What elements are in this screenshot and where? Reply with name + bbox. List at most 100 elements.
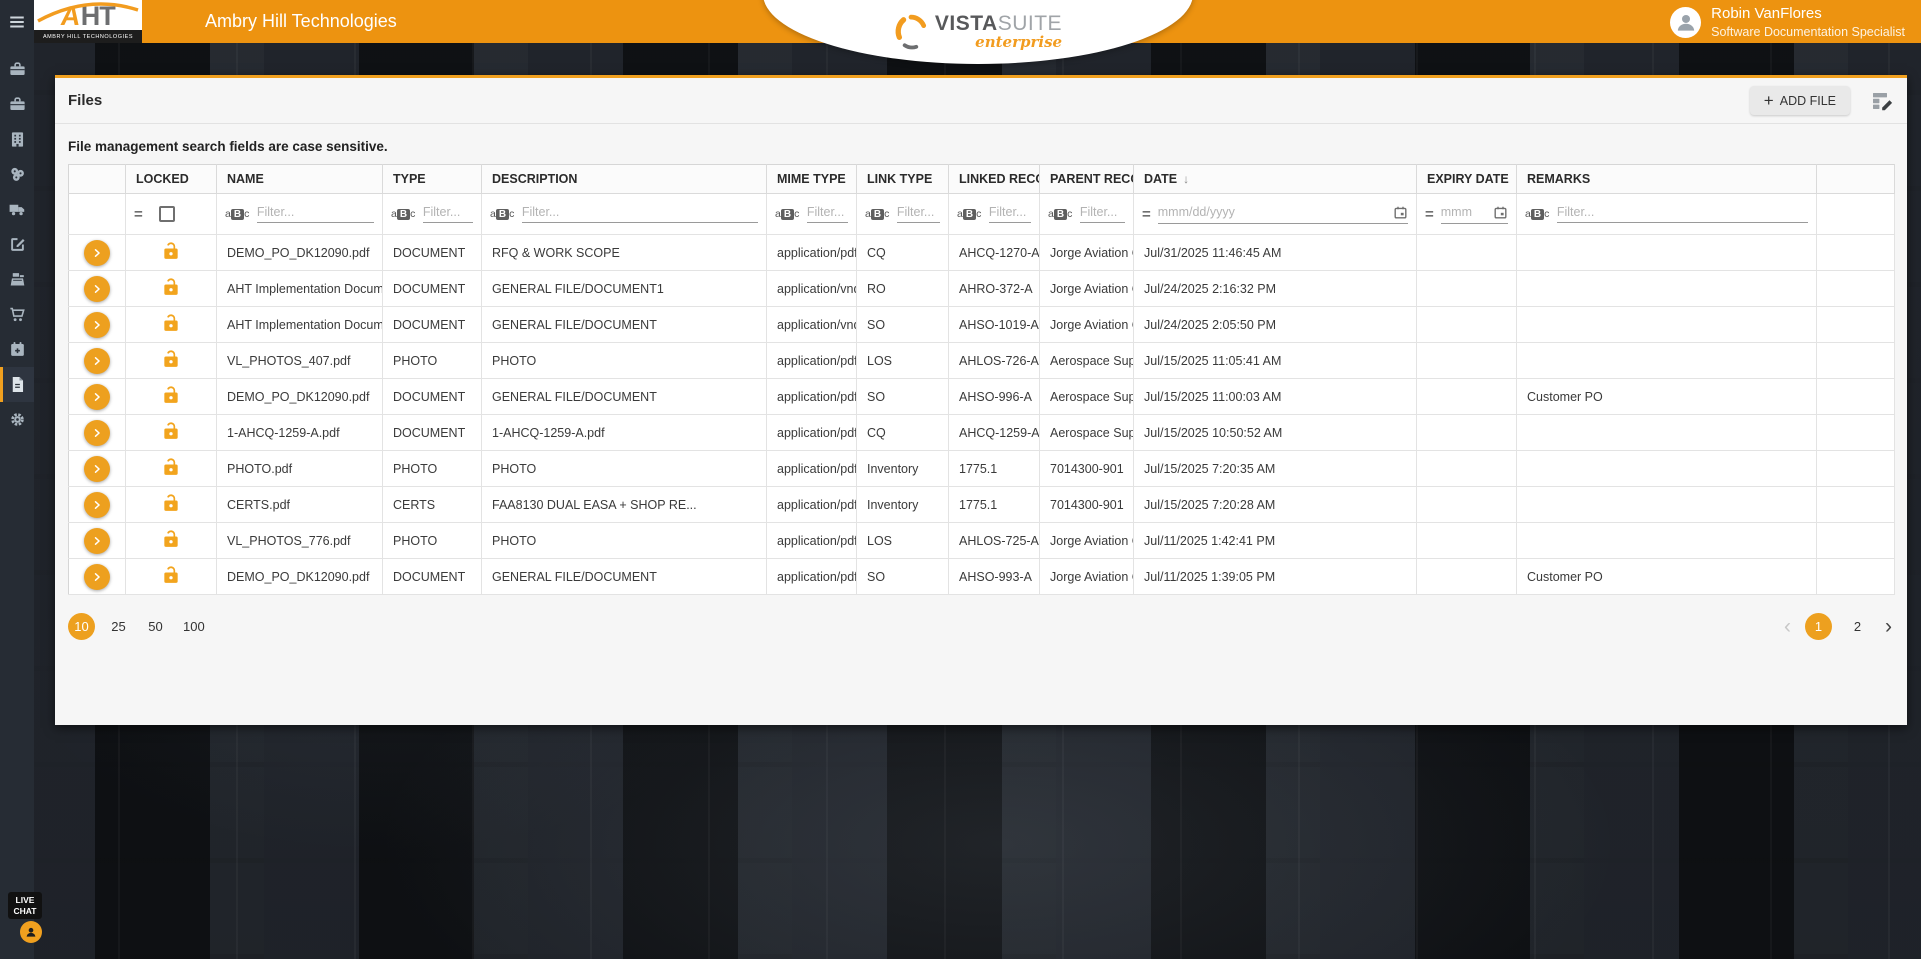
- col-description[interactable]: DESCRIPTION: [482, 165, 767, 194]
- equals-operator-icon[interactable]: =: [1142, 206, 1151, 223]
- hamburger-menu-icon[interactable]: [0, 8, 34, 36]
- sidebar-item-toolbox2[interactable]: [0, 87, 34, 122]
- prev-page-button[interactable]: ‹: [1782, 616, 1793, 637]
- expand-row-button[interactable]: [84, 384, 110, 410]
- contains-operator-icon[interactable]: aBc: [225, 208, 250, 220]
- edit-icon: [8, 235, 27, 254]
- brand-suite: SUITE: [998, 12, 1062, 35]
- expand-row-button[interactable]: [84, 420, 110, 446]
- user-menu[interactable]: Robin VanFlores Software Documentation S…: [1670, 5, 1905, 39]
- filter-linked-record: aBc: [949, 194, 1040, 235]
- page-size-25[interactable]: 25: [105, 613, 132, 640]
- next-page-button[interactable]: ›: [1883, 616, 1894, 637]
- expand-row-button[interactable]: [84, 564, 110, 590]
- sidebar-item-cart[interactable]: [0, 297, 34, 332]
- cell-type: PHOTO: [383, 451, 482, 487]
- cell-remarks: [1517, 523, 1817, 559]
- date-filter-input[interactable]: [1158, 205, 1393, 219]
- col-type[interactable]: TYPE: [383, 165, 482, 194]
- column-chooser-button[interactable]: [1870, 89, 1894, 113]
- calendar-icon[interactable]: [1393, 205, 1408, 220]
- expand-row-button[interactable]: [84, 492, 110, 518]
- pagination: 10 25 50 100 ‹ 1 2 ›: [68, 613, 1894, 640]
- calendar-icon[interactable]: [1493, 205, 1508, 220]
- cell-expand: [69, 487, 126, 523]
- col-linked-record[interactable]: LINKED RECORD: [949, 165, 1040, 194]
- type-filter-input[interactable]: [423, 205, 473, 219]
- remarks-filter-input[interactable]: [1557, 205, 1808, 219]
- sidebar-item-files[interactable]: [0, 367, 34, 402]
- col-expiry-date[interactable]: EXPIRY DATE: [1417, 165, 1517, 194]
- contains-operator-icon[interactable]: aBc: [865, 208, 890, 220]
- cell-locked: [126, 523, 217, 559]
- sidebar-item-settings[interactable]: [0, 402, 34, 437]
- filter-type: aBc: [383, 194, 482, 235]
- cell-date: Jul/31/2025 11:46:45 AM: [1134, 235, 1417, 271]
- locked-filter-checkbox[interactable]: [159, 206, 175, 222]
- lock-open-icon: [161, 493, 181, 513]
- description-filter-input[interactable]: [522, 205, 758, 219]
- expand-row-button[interactable]: [84, 528, 110, 554]
- expand-row-button[interactable]: [84, 456, 110, 482]
- col-locked[interactable]: LOCKED: [126, 165, 217, 194]
- cell-expand: [69, 523, 126, 559]
- cell-remarks: [1517, 487, 1817, 523]
- cell-expand: [69, 307, 126, 343]
- parent-record-filter-input[interactable]: [1080, 205, 1125, 219]
- col-mime-type[interactable]: MIME TYPE: [767, 165, 857, 194]
- sidebar-item-calendar-plus[interactable]: [0, 332, 34, 367]
- expand-row-button[interactable]: [84, 276, 110, 302]
- col-date[interactable]: DATE↓: [1134, 165, 1417, 194]
- add-file-button[interactable]: + ADD FILE: [1750, 86, 1850, 115]
- link-type-filter-input[interactable]: [897, 205, 940, 219]
- sidebar-item-toolbox[interactable]: [0, 52, 34, 87]
- cell-expand: [69, 379, 126, 415]
- sidebar-item-cash-register[interactable]: [0, 262, 34, 297]
- expiry-date-filter-input[interactable]: [1441, 205, 1493, 219]
- cell-date: Jul/15/2025 11:00:03 AM: [1134, 379, 1417, 415]
- col-remarks[interactable]: REMARKS: [1517, 165, 1817, 194]
- expand-row-button[interactable]: [84, 348, 110, 374]
- cell-expand: [69, 271, 126, 307]
- mime-type-filter-input[interactable]: [807, 205, 848, 219]
- cell-tail: [1817, 487, 1895, 523]
- sidebar-item-edit[interactable]: [0, 227, 34, 262]
- col-link-type[interactable]: LINK TYPE: [857, 165, 949, 194]
- cell-expand: [69, 235, 126, 271]
- live-chat-widget[interactable]: LIVE CHAT: [8, 892, 46, 943]
- page-size-10[interactable]: 10: [68, 613, 95, 640]
- contains-operator-icon[interactable]: aBc: [391, 208, 416, 220]
- sidebar-item-gears[interactable]: [0, 157, 34, 192]
- contains-operator-icon[interactable]: aBc: [1048, 208, 1073, 220]
- col-parent-record[interactable]: PARENT RECORD: [1040, 165, 1134, 194]
- cell-tail: [1817, 559, 1895, 595]
- cell-name: VL_PHOTOS_407.pdf: [217, 343, 383, 379]
- name-filter-input[interactable]: [257, 205, 374, 219]
- equals-operator-icon[interactable]: =: [134, 206, 143, 223]
- cell-linked-record: AHRO-372-A: [949, 271, 1040, 307]
- contains-operator-icon[interactable]: aBc: [1525, 208, 1550, 220]
- cell-mime-type: application/pdf: [767, 343, 857, 379]
- expand-row-button[interactable]: [84, 312, 110, 338]
- contains-operator-icon[interactable]: aBc: [490, 208, 515, 220]
- cell-linked-record: 1775.1: [949, 487, 1040, 523]
- page-size-100[interactable]: 100: [179, 613, 209, 640]
- contains-operator-icon[interactable]: aBc: [957, 208, 982, 220]
- col-name[interactable]: NAME: [217, 165, 383, 194]
- linked-record-filter-input[interactable]: [989, 205, 1031, 219]
- cell-tail: [1817, 343, 1895, 379]
- page-2-button[interactable]: 2: [1844, 613, 1871, 640]
- equals-operator-icon[interactable]: =: [1425, 206, 1434, 223]
- filter-locked: =: [126, 194, 217, 235]
- aht-logo[interactable]: AHT AMBRY HILL TECHNOLOGIES: [34, 0, 142, 43]
- cell-mime-type: application/pdf: [767, 379, 857, 415]
- expand-row-button[interactable]: [84, 240, 110, 266]
- sidebar-item-truck[interactable]: [0, 192, 34, 227]
- page-1-button[interactable]: 1: [1805, 613, 1832, 640]
- page-size-50[interactable]: 50: [142, 613, 169, 640]
- sidebar-item-building[interactable]: [0, 122, 34, 157]
- cell-date: Jul/24/2025 2:16:32 PM: [1134, 271, 1417, 307]
- chat-agent-icon: [20, 921, 42, 943]
- contains-operator-icon[interactable]: aBc: [775, 208, 800, 220]
- cell-link-type: SO: [857, 379, 949, 415]
